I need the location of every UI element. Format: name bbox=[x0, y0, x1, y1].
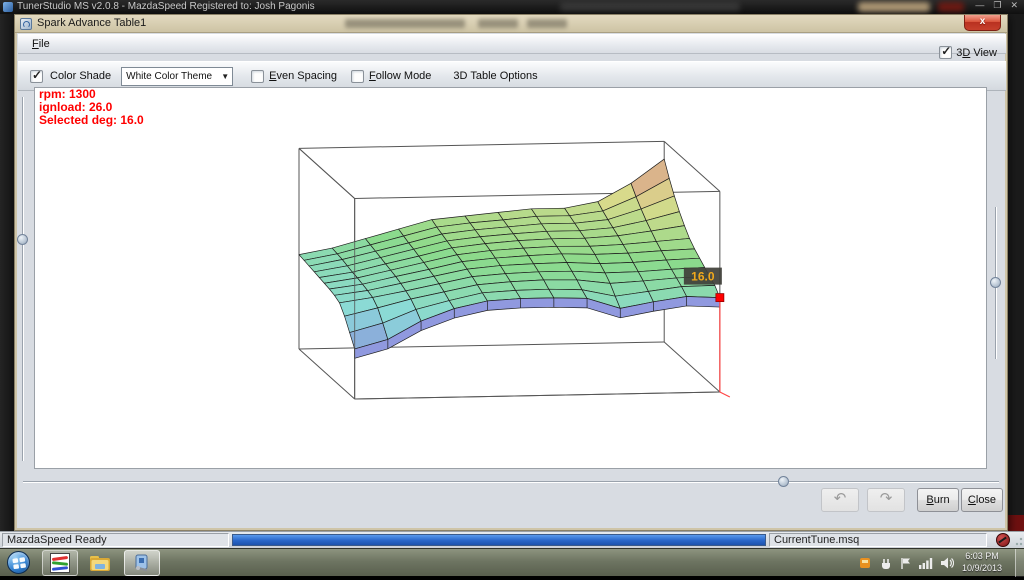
taskbar-item-explorer[interactable] bbox=[82, 550, 118, 576]
close-button-dialog[interactable]: Close bbox=[961, 488, 1003, 512]
color-theme-value: White Color Theme bbox=[126, 71, 212, 82]
maximize-button[interactable]: ❐ bbox=[993, 0, 1001, 11]
main-window-left-edge bbox=[0, 14, 14, 548]
windows-flag-icon bbox=[8, 552, 31, 575]
clock-date: 10/9/2013 bbox=[954, 562, 1010, 574]
tray-app-icon[interactable] bbox=[860, 557, 872, 569]
statusbar: MazdaSpeed Ready CurrentTune.msq bbox=[0, 531, 1024, 548]
aero-blur-artifact bbox=[478, 19, 518, 28]
view-3d-toggle[interactable]: ✓ 3D View bbox=[939, 46, 997, 59]
undo-icon: ↶ bbox=[834, 490, 847, 507]
even-spacing-label: Even Spacing bbox=[269, 70, 337, 82]
tunerstudio-app-icon bbox=[3, 2, 13, 12]
desktop: TunerStudio MS v2.0.8 - MazdaSpeed Regis… bbox=[0, 0, 1024, 576]
aero-blur-artifact bbox=[527, 19, 567, 28]
undo-button[interactable]: ↶ bbox=[821, 488, 859, 512]
installer-icon bbox=[131, 553, 153, 573]
menu-file[interactable]: File bbox=[26, 37, 56, 51]
power-plug-icon[interactable] bbox=[879, 557, 893, 570]
rotate-slider-thumb[interactable] bbox=[778, 476, 789, 487]
dialog-button-row: ↶ ↷ Burn Close bbox=[15, 488, 1003, 520]
taskbar-item-tunerstudio[interactable] bbox=[42, 550, 78, 576]
progress-bar bbox=[232, 534, 766, 546]
svg-text:16.0: 16.0 bbox=[691, 270, 715, 284]
follow-mode-label: Follow Mode bbox=[369, 70, 431, 82]
tilt-slider-right-thumb[interactable] bbox=[990, 277, 1001, 288]
resize-grip[interactable] bbox=[1013, 537, 1023, 547]
redo-button[interactable]: ↷ bbox=[867, 488, 905, 512]
main-window-title: TunerStudio MS v2.0.8 - MazdaSpeed Regis… bbox=[17, 1, 315, 12]
burn-button[interactable]: Burn bbox=[917, 488, 959, 512]
dialog-title: Spark Advance Table1 bbox=[37, 17, 146, 29]
dialog-icon bbox=[20, 18, 32, 30]
tilt-slider-right[interactable] bbox=[990, 207, 1002, 359]
show-desktop-button[interactable] bbox=[1015, 549, 1024, 577]
clock-time: 6:03 PM bbox=[954, 550, 1010, 562]
cursor-info-text: rpm: 1300 ignload: 26.0 Selected deg: 16… bbox=[39, 88, 144, 127]
action-center-flag-icon[interactable] bbox=[900, 557, 912, 570]
tilt-slider-left[interactable] bbox=[17, 97, 29, 461]
current-tune-file: CurrentTune.msq bbox=[769, 533, 987, 547]
table-options-menu[interactable]: 3D Table Options bbox=[453, 70, 537, 82]
start-button[interactable] bbox=[7, 551, 30, 574]
folder-icon bbox=[88, 553, 112, 573]
dialog-titlebar[interactable]: Spark Advance Table1 x bbox=[15, 15, 1007, 33]
main-window-right-edge bbox=[1008, 14, 1024, 531]
color-shade-checkbox[interactable]: ✓ bbox=[30, 70, 43, 83]
tilt-slider-left-thumb[interactable] bbox=[17, 234, 28, 245]
taskbar: 6:03 PM 10/9/2013 bbox=[0, 548, 1024, 576]
aero-blur-artifact bbox=[560, 2, 740, 11]
taskbar-item-installer[interactable] bbox=[124, 550, 160, 576]
view-3d-label: 3D View bbox=[956, 47, 997, 59]
even-spacing-checkbox[interactable]: ✓ bbox=[251, 70, 264, 83]
system-tray bbox=[860, 549, 954, 577]
network-signal-icon[interactable] bbox=[919, 557, 933, 569]
connection-status-icon[interactable] bbox=[996, 533, 1010, 547]
volume-icon[interactable] bbox=[940, 557, 954, 569]
close-button[interactable]: ✕ bbox=[1010, 0, 1018, 11]
spark-advance-table-dialog: Spark Advance Table1 x File ✓ 3D View ✓ … bbox=[14, 14, 1008, 531]
color-shade-label: Color Shade bbox=[50, 70, 111, 82]
follow-mode-checkbox[interactable]: ✓ bbox=[351, 70, 364, 83]
taskbar-clock[interactable]: 6:03 PM 10/9/2013 bbox=[954, 550, 1010, 574]
status-ready-text: MazdaSpeed Ready bbox=[2, 533, 229, 547]
spark-3d-surface[interactable]: 16.0 bbox=[34, 87, 987, 469]
color-theme-dropdown[interactable]: White Color Theme ▼ bbox=[121, 67, 233, 86]
rotate-slider-bottom[interactable] bbox=[23, 476, 999, 488]
dialog-close-button[interactable]: x bbox=[964, 15, 1001, 31]
tunerstudio-icon bbox=[50, 553, 70, 573]
main-window-red-indicator bbox=[1008, 515, 1024, 531]
menubar: File bbox=[18, 34, 1006, 54]
chevron-down-icon: ▼ bbox=[221, 68, 229, 85]
redo-icon: ↷ bbox=[880, 490, 893, 507]
main-window-titlebar: TunerStudio MS v2.0.8 - MazdaSpeed Regis… bbox=[0, 0, 1024, 14]
view-3d-checkbox[interactable]: ✓ bbox=[939, 46, 952, 59]
aero-blur-artifact bbox=[858, 2, 930, 12]
minimize-button[interactable]: — bbox=[975, 0, 984, 11]
aero-blur-artifact bbox=[345, 19, 465, 28]
aero-blur-artifact bbox=[938, 2, 964, 12]
